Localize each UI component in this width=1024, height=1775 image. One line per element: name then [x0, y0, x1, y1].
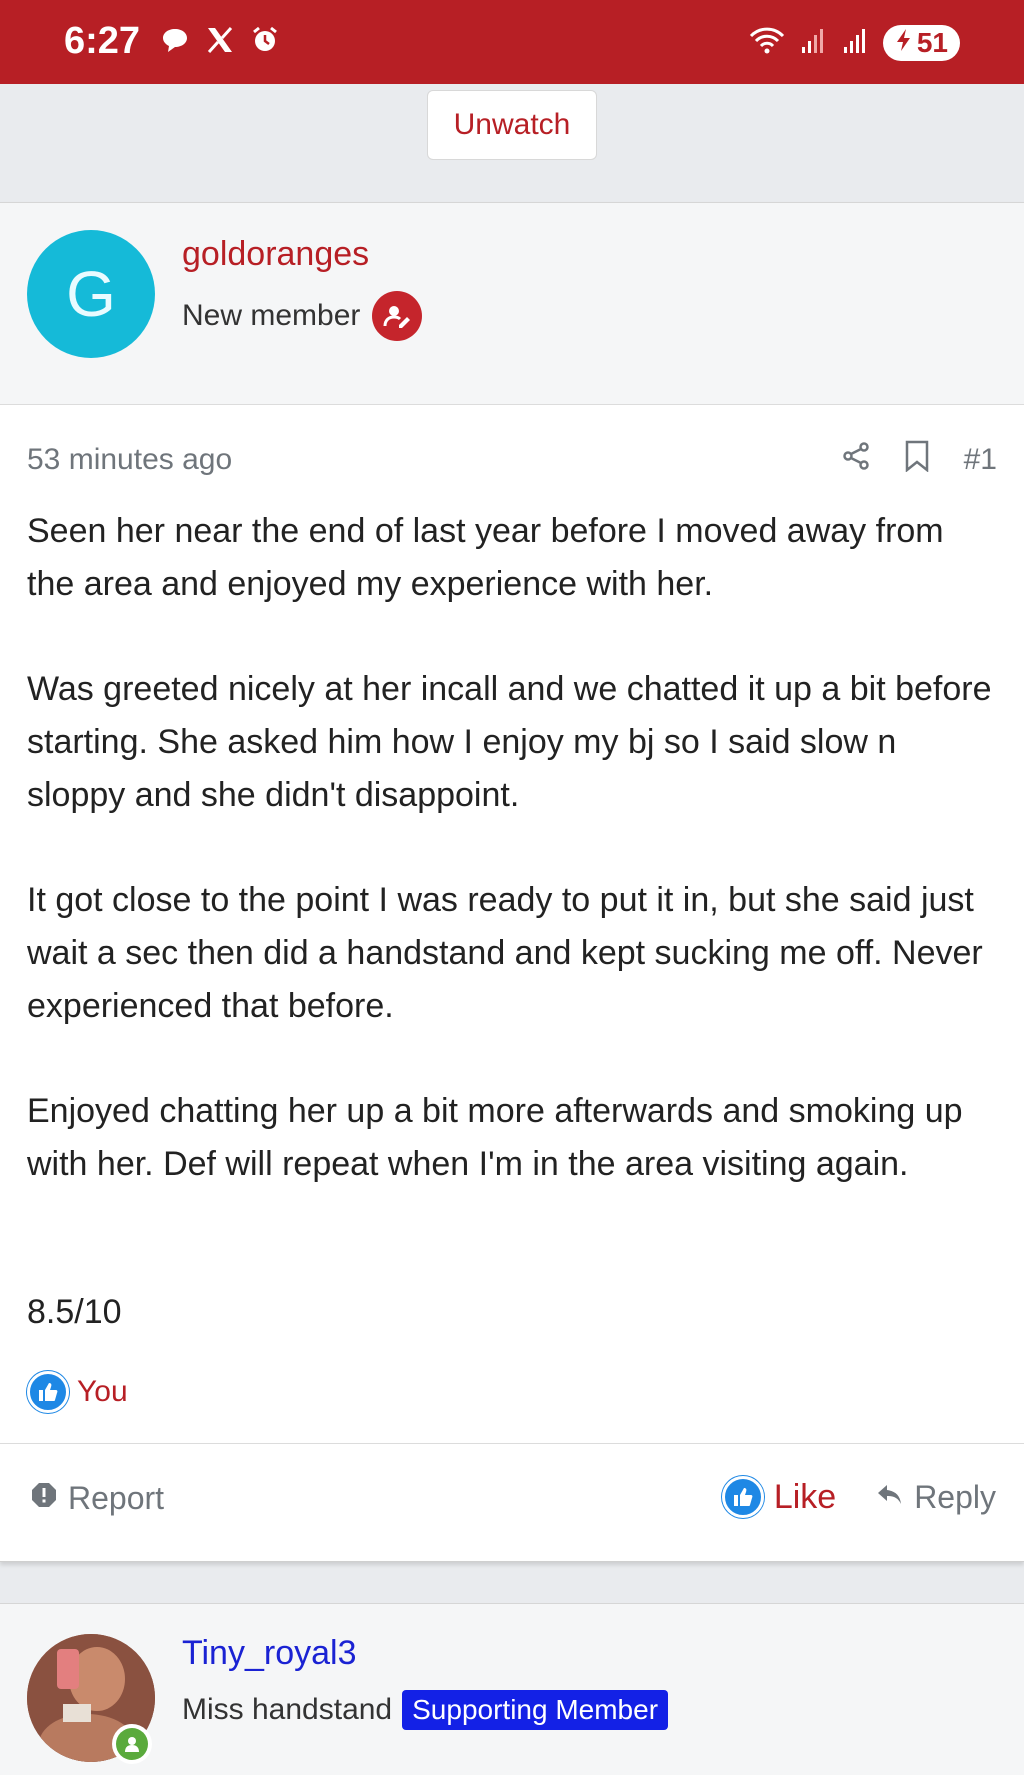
- thread-actions-bar: Unwatch: [0, 84, 1024, 202]
- avatar[interactable]: G: [27, 230, 155, 358]
- alarm-icon: [250, 25, 280, 60]
- notification-icons: [160, 24, 280, 61]
- share-icon[interactable]: [842, 441, 870, 479]
- new-member-badge-icon: [372, 291, 423, 341]
- thumbs-up-icon: [27, 1371, 69, 1413]
- unwatch-button[interactable]: Unwatch: [427, 90, 597, 160]
- user-title-text: New member: [182, 299, 361, 332]
- bookmark-icon[interactable]: [904, 440, 930, 480]
- like-label: Like: [773, 1477, 837, 1516]
- battery-level: 51: [916, 26, 948, 58]
- post-paragraph: It got close to the point I was ready to…: [27, 881, 983, 1025]
- post-rating: 8.5/10: [27, 1293, 122, 1331]
- report-button[interactable]: Report: [30, 1480, 164, 1517]
- post-paragraph: Was greeted nicely at her incall and we …: [27, 670, 992, 814]
- supporting-member-badge: Supporting Member: [402, 1690, 669, 1730]
- charging-icon: [895, 27, 913, 59]
- post-paragraph: Seen her near the end of last year befor…: [27, 512, 944, 603]
- post-meta-actions: #1: [842, 440, 997, 480]
- post-username[interactable]: Tiny_royal3: [182, 1634, 356, 1673]
- liked-by-text[interactable]: You: [77, 1375, 128, 1409]
- footer-actions: Like Reply: [721, 1476, 996, 1518]
- post-user-header: G goldoranges New member: [0, 203, 1024, 405]
- post-body: Seen her near the end of last year befor…: [27, 505, 994, 1243]
- status-time: 6:27: [64, 20, 141, 62]
- reactions-summary[interactable]: You: [27, 1371, 128, 1413]
- status-bar: 6:27 51: [0, 0, 1024, 84]
- wifi-icon: [747, 24, 787, 61]
- system-indicators: 51: [747, 24, 960, 61]
- post-card: G goldoranges New member 53 minutes ago …: [0, 202, 1024, 1562]
- post-paragraph: Enjoyed chatting her up a bit more after…: [27, 1092, 963, 1183]
- reply-button[interactable]: Reply: [876, 1479, 996, 1516]
- post-meta: 53 minutes ago #1: [27, 435, 997, 485]
- user-title: Miss handstand Supporting Member: [182, 1690, 669, 1730]
- online-status-icon: [112, 1724, 152, 1764]
- next-post-user-header: Tiny_royal3 Miss handstand Supporting Me…: [0, 1603, 1024, 1775]
- post-username[interactable]: goldoranges: [182, 235, 369, 274]
- x-logo-icon: [204, 24, 236, 61]
- like-button[interactable]: Like: [721, 1476, 837, 1518]
- alert-icon: [30, 1480, 58, 1517]
- reply-label: Reply: [914, 1478, 996, 1515]
- signal-icon: [841, 25, 871, 60]
- battery-indicator: 51: [882, 24, 960, 61]
- post-footer: Report Like Reply: [0, 1443, 1024, 1563]
- post-time[interactable]: 53 minutes ago: [27, 443, 232, 477]
- reply-arrow-icon: [876, 1479, 904, 1516]
- post-number-link[interactable]: #1: [964, 443, 997, 477]
- thumbs-up-icon: [721, 1476, 764, 1518]
- signal-icon: [799, 25, 829, 60]
- user-title: New member: [182, 291, 423, 341]
- user-title-text: Miss handstand: [182, 1693, 393, 1726]
- report-label: Report: [68, 1480, 165, 1516]
- chat-bubble-icon: [160, 25, 190, 60]
